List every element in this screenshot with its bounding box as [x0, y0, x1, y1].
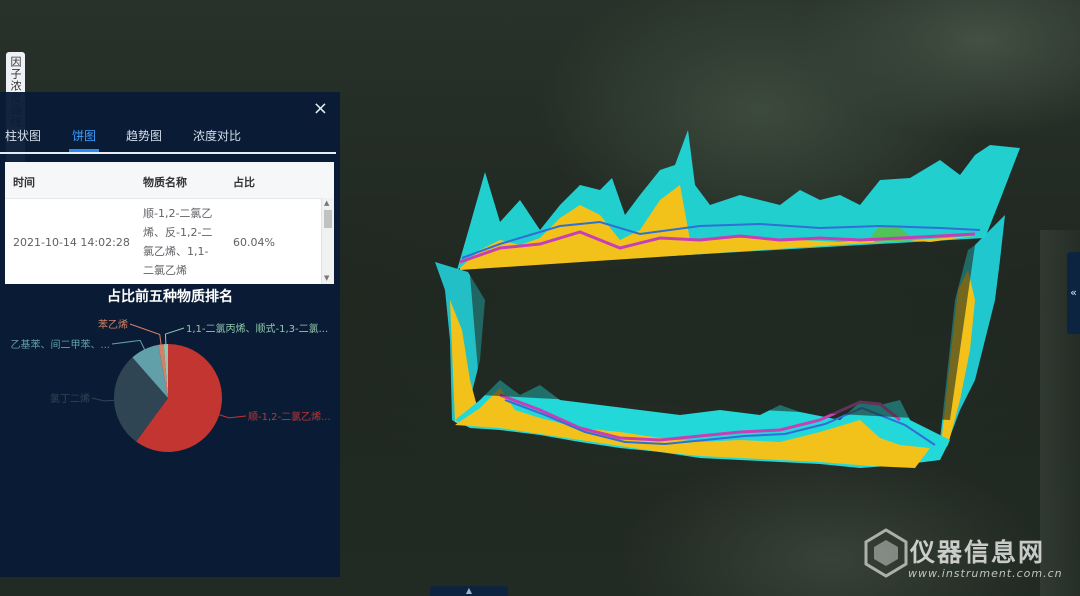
enclosure-floor — [470, 245, 975, 420]
tab-bar-chart[interactable]: 柱状图 — [5, 128, 41, 150]
chart-type-tabs: 柱状图 饼图 趋势图 浓度对比 — [0, 126, 336, 154]
name-line: 烯、反-1,2-二 — [143, 226, 213, 239]
collapse-right-icon[interactable]: « — [1067, 252, 1080, 334]
scroll-up-icon[interactable]: ▲ — [324, 199, 329, 207]
pie-slice-label: 苯乙烯 — [98, 318, 128, 331]
pie-slice-label: 氯丁二烯 — [50, 392, 90, 405]
scroll-thumb[interactable] — [324, 210, 332, 228]
tab-concentration-compare[interactable]: 浓度对比 — [193, 128, 241, 150]
header-time: 时间 — [13, 176, 35, 189]
header-ratio: 占比 — [233, 176, 255, 189]
pie-slice-label: 顺-1,2-二氯乙烯... — [248, 410, 331, 423]
watermark-logo-icon — [864, 528, 908, 578]
pie-label-line — [219, 414, 247, 419]
name-line: 顺-1,2-二氯乙 — [143, 207, 213, 220]
pie-label-line — [111, 339, 145, 350]
table-header: 时间 物质名称 占比 — [5, 162, 334, 199]
pie-label-line — [164, 327, 185, 345]
pie-label-line — [91, 397, 115, 402]
row-substance-name: 顺-1,2-二氯乙 烯、反-1,2-二 氯乙烯、1,1- 二氯乙烯 — [143, 204, 223, 280]
ratio-table: 时间 物质名称 占比 2021-10-14 14:02:28 顺-1,2-二氯乙… — [5, 162, 334, 284]
table-scrollbar[interactable]: ▲ ▼ — [321, 198, 334, 284]
header-substance-name: 物质名称 — [143, 176, 187, 189]
name-line: 二氯乙烯 — [143, 264, 187, 277]
watermark-url: www.instrument.com.cn — [908, 567, 1063, 580]
row-ratio: 60.04% — [233, 236, 275, 249]
row-time: 2021-10-14 14:02:28 — [13, 236, 130, 249]
analysis-panel: × 柱状图 饼图 趋势图 浓度对比 时间 物质名称 占比 2021-10-14 … — [0, 92, 340, 577]
name-line: 氯乙烯、1,1- — [143, 245, 209, 258]
pie-slice-label: 1,1-二氯丙烯、顺式-1,3-二氯... — [186, 322, 328, 335]
bottom-expand-tab[interactable]: ▲ — [430, 586, 508, 596]
watermark-title: 仪器信息网 — [910, 538, 1046, 567]
close-icon[interactable]: × — [313, 98, 328, 119]
tab-pie-chart[interactable]: 饼图 — [68, 128, 100, 152]
tab-trend-chart[interactable]: 趋势图 — [126, 128, 162, 150]
pie-slice-label: 乙基苯、间二甲苯、... — [10, 338, 110, 351]
scroll-down-icon[interactable]: ▼ — [324, 274, 329, 282]
pie-chart[interactable]: 顺-1,2-二氯乙烯... 氯丁二烯 乙基苯、间二甲苯、... 苯乙烯 1,1-二氯丙烯… — [0, 302, 340, 472]
